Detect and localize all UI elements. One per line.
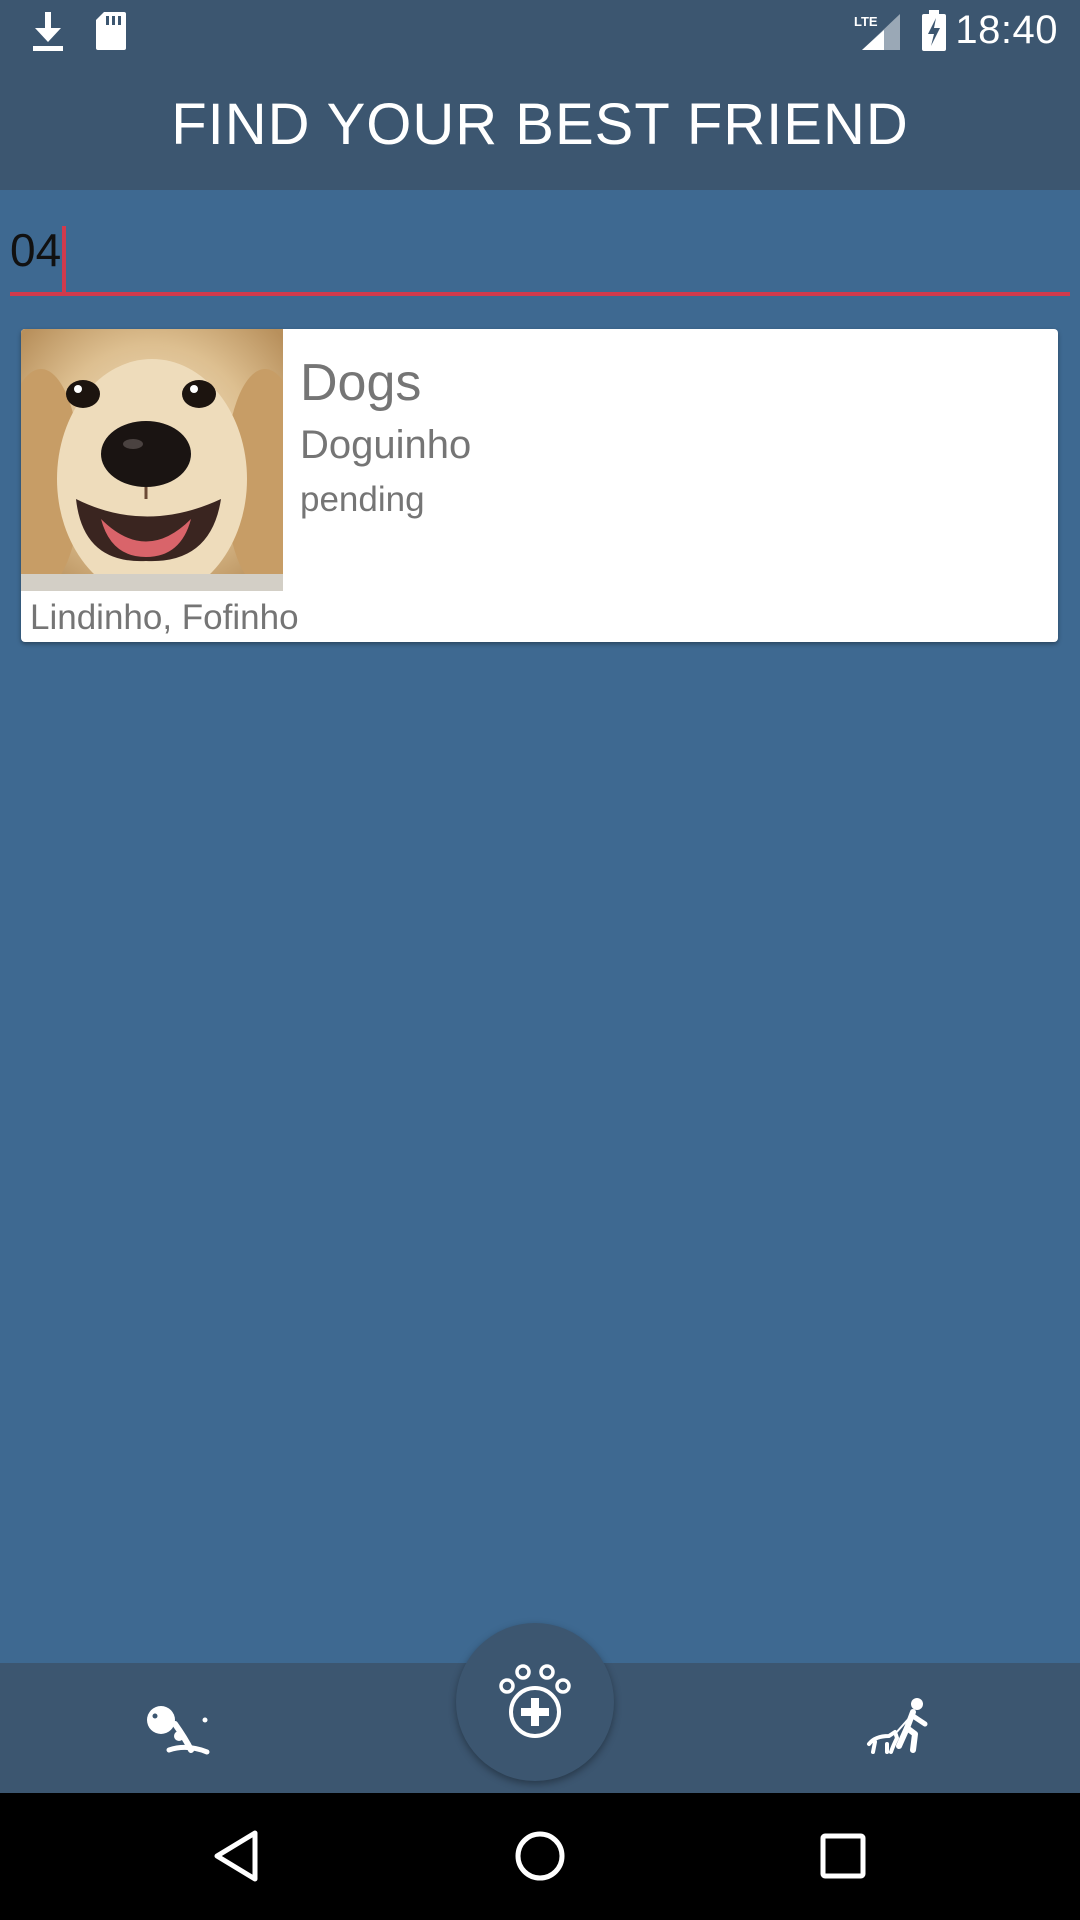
back-icon xyxy=(214,1830,258,1882)
signal-icon: LTE xyxy=(852,12,902,57)
page-title: FIND YOUR BEST FRIEND xyxy=(171,91,909,157)
home-button[interactable] xyxy=(490,1811,590,1901)
svg-text:LTE: LTE xyxy=(854,14,878,29)
download-icon xyxy=(30,10,66,57)
dog-lying-icon xyxy=(147,1706,210,1755)
recents-icon xyxy=(820,1833,866,1879)
status-bar: LTE 18:40 xyxy=(0,0,1080,64)
search-input[interactable] xyxy=(10,212,1070,288)
sd-card-icon xyxy=(94,10,128,57)
pet-tags: Lindinho, Fofinho xyxy=(30,598,299,637)
recents-button[interactable] xyxy=(793,1811,893,1901)
nav-walk-button[interactable] xyxy=(800,1663,1000,1793)
home-icon xyxy=(515,1831,565,1881)
back-button[interactable] xyxy=(186,1811,286,1901)
text-caret xyxy=(62,226,66,292)
nav-pets-button[interactable] xyxy=(80,1663,280,1793)
screen: LTE 18:40 FIND YOUR BEST FRIEND 04 Dogs … xyxy=(0,0,1080,1920)
app-bar: FIND YOUR BEST FRIEND xyxy=(0,64,1080,190)
battery-charging-icon xyxy=(920,10,948,57)
pet-category: Dogs xyxy=(300,354,422,412)
pet-name: Doguinho xyxy=(300,423,472,467)
status-time: 18:40 xyxy=(955,8,1058,52)
system-nav xyxy=(0,1793,1080,1920)
add-pet-button[interactable] xyxy=(456,1623,614,1781)
person-walking-dog-icon xyxy=(867,1698,928,1754)
search-field[interactable] xyxy=(10,212,1070,296)
pet-card[interactable]: Dogs Doguinho pending Lindinho, Fofinho xyxy=(21,329,1058,642)
pet-photo xyxy=(21,329,305,599)
paw-plus-icon xyxy=(499,1664,571,1738)
pet-status: pending xyxy=(300,480,425,519)
